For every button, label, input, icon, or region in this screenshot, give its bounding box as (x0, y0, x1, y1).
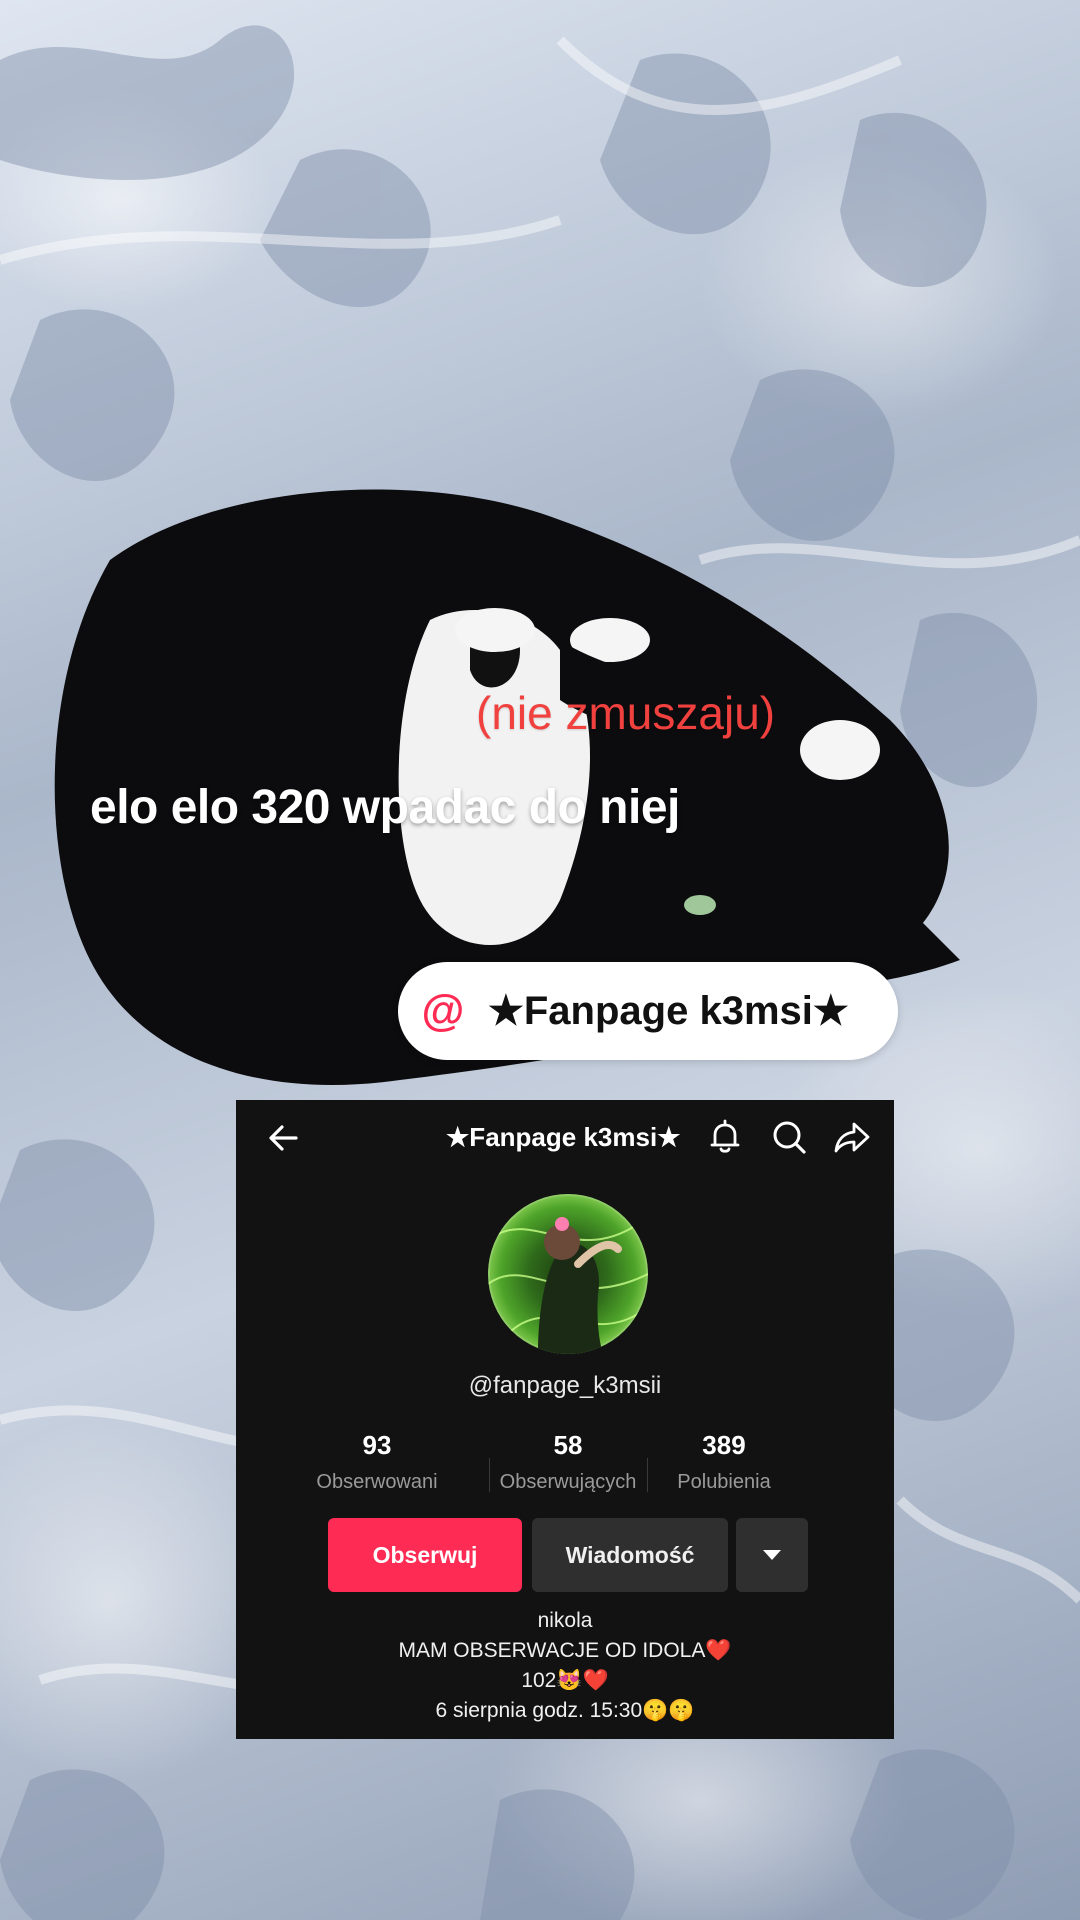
stat-likes[interactable]: 389 Polubienia (649, 1430, 799, 1494)
bio-line: MAM OBSERWACJE OD IDOLA❤️ (398, 1639, 732, 1662)
bio-line: 102😻❤️ (521, 1669, 609, 1692)
bell-icon[interactable] (706, 1118, 744, 1156)
message-button[interactable]: Wiadomość (532, 1518, 728, 1592)
share-icon[interactable] (832, 1118, 872, 1156)
stat-followers[interactable]: 58 Obserwujących (493, 1430, 643, 1494)
profile-screenshot: ★Fanpage k3msi★ @fanpage_k3msii 93 Obser… (236, 1100, 894, 1739)
follow-button[interactable]: Obserwuj (328, 1518, 522, 1592)
bio-line: nikola (537, 1609, 593, 1632)
avatar-image (488, 1217, 648, 1354)
stat-value: 93 (362, 1430, 392, 1460)
bio-line: 6 sierpnia godz. 15:30🤫🤫 (435, 1699, 695, 1722)
mention-sticker[interactable]: @ ★Fanpage k3msi★ (398, 962, 898, 1060)
search-icon[interactable] (770, 1118, 808, 1156)
stat-label: Obserwowani (316, 1471, 438, 1493)
caption-text: elo elo 320 wpadac do niej (90, 781, 680, 834)
profile-topbar: ★Fanpage k3msi★ (236, 1100, 894, 1176)
profile-title: ★Fanpage k3msi★ (446, 1122, 681, 1152)
mention-name: ★Fanpage k3msi★ (488, 989, 849, 1033)
stat-label: Polubienia (677, 1471, 771, 1493)
avatar[interactable] (488, 1194, 648, 1354)
more-options-button[interactable] (736, 1518, 808, 1592)
stat-following[interactable]: 93 Obserwowani (302, 1430, 452, 1494)
subtitle-red-text: (nie zmuszaju) (476, 687, 776, 739)
stat-divider (489, 1458, 490, 1492)
profile-bio: nikola MAM OBSERWACJE OD IDOLA❤️ 102😻❤️ … (236, 1606, 894, 1726)
profile-handle: @fanpage_k3msii (468, 1372, 662, 1399)
at-icon: @ (421, 986, 465, 1035)
stat-value: 58 (553, 1430, 583, 1460)
stat-value: 389 (702, 1430, 746, 1460)
back-arrow-icon[interactable] (266, 1120, 302, 1156)
stat-label: Obserwujących (499, 1471, 637, 1493)
stat-divider (647, 1458, 648, 1492)
dropdown-caret-icon (763, 1550, 781, 1560)
